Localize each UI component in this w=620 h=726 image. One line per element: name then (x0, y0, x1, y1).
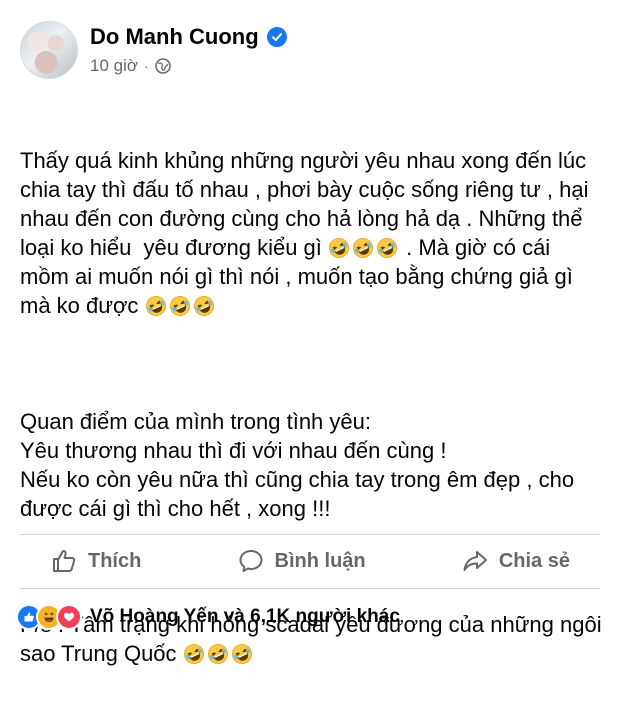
reaction-icons (16, 604, 82, 630)
rolling-on-floor-laughing-emoji (376, 237, 398, 259)
emoji-group (183, 641, 255, 666)
author-row: Do Manh Cuong (90, 24, 287, 50)
emoji-group (145, 293, 217, 318)
thumbs-up-icon (53, 550, 76, 572)
author-name[interactable]: Do Manh Cuong (90, 24, 259, 50)
post-time[interactable]: 10 giờ (90, 56, 138, 76)
share-icon (463, 551, 487, 571)
like-button[interactable]: Thích (20, 541, 171, 581)
action-bar: Thích Bình luận Chia sẻ (20, 536, 600, 586)
reaction-summary-text: Võ Hoàng Yến và 6,1K người khác (90, 606, 400, 627)
rolling-on-floor-laughing-emoji (328, 237, 350, 259)
globe-icon[interactable] (154, 58, 171, 74)
post-paragraph: Quan điểm của mình trong tình yêu: Yêu t… (20, 407, 605, 523)
emoji-group (328, 235, 400, 260)
rolling-on-floor-laughing-emoji (231, 643, 253, 665)
like-label: Thích (88, 549, 142, 572)
reaction-summary[interactable]: Võ Hoàng Yến và 6,1K người khác (16, 604, 400, 630)
post-header: Do Manh Cuong 10 giờ · (20, 18, 600, 82)
divider (20, 588, 600, 589)
facebook-post: Do Manh Cuong 10 giờ · Thấy quá kinh khủ… (0, 0, 620, 666)
rolling-on-floor-laughing-emoji (169, 295, 191, 317)
post-meta: 10 giờ · (90, 56, 171, 76)
love-reaction-icon (56, 604, 82, 630)
rolling-on-floor-laughing-emoji (145, 295, 167, 317)
author-avatar[interactable] (20, 21, 78, 79)
rolling-on-floor-laughing-emoji (207, 643, 229, 665)
paragraph-text: Quan điểm của mình trong tình yêu: Yêu t… (20, 409, 575, 521)
rolling-on-floor-laughing-emoji (193, 295, 215, 317)
post-paragraph: Thấy quá kinh khủng những người yêu nhau… (20, 146, 605, 320)
rolling-on-floor-laughing-emoji (352, 237, 374, 259)
divider (20, 534, 600, 535)
verified-badge-icon (266, 27, 287, 47)
share-label: Chia sẻ (498, 549, 570, 572)
post-content: Thấy quá kinh khủng những người yêu nhau… (20, 88, 605, 726)
separator-dot: · (144, 58, 149, 74)
comment-label: Bình luận (274, 549, 366, 572)
share-button[interactable]: Chia sẻ (431, 541, 600, 581)
comment-button[interactable]: Bình luận (207, 541, 396, 581)
comment-icon (239, 550, 263, 572)
rolling-on-floor-laughing-emoji (183, 643, 205, 665)
